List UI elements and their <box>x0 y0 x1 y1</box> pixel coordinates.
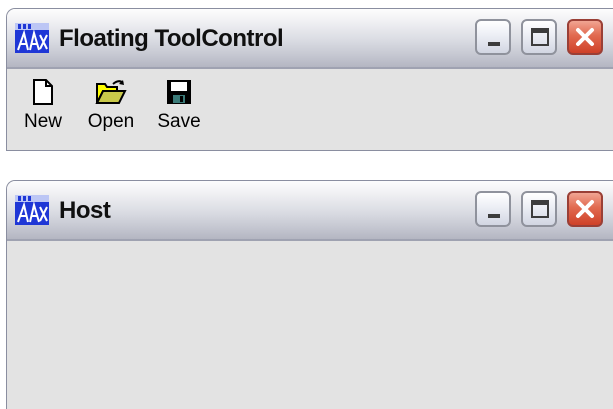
open-folder-icon <box>95 80 127 104</box>
close-icon <box>576 200 594 218</box>
close-button[interactable] <box>567 191 603 227</box>
open-label: Open <box>87 111 135 132</box>
toolbar: New Open Save <box>7 69 613 150</box>
minimize-icon <box>488 42 500 46</box>
host-window: Host <box>6 180 613 409</box>
minimize-button[interactable] <box>475 191 511 227</box>
minimize-button[interactable] <box>475 19 511 55</box>
host-titlebar[interactable]: Host <box>7 181 613 241</box>
app-icon <box>15 23 49 53</box>
open-button[interactable]: Open <box>83 79 139 141</box>
new-document-icon <box>33 79 53 105</box>
save-button[interactable]: Save <box>151 79 207 141</box>
window-title: Floating ToolControl <box>59 25 284 52</box>
app-icon <box>15 195 49 225</box>
close-button[interactable] <box>567 19 603 55</box>
new-button[interactable]: New <box>19 79 67 141</box>
maximize-button[interactable] <box>521 19 557 55</box>
floppy-disk-icon <box>167 80 191 104</box>
maximize-icon <box>531 28 549 46</box>
maximize-icon <box>531 200 549 218</box>
host-client-area[interactable] <box>7 241 613 409</box>
floating-toolcontrol-titlebar[interactable]: Floating ToolControl <box>7 9 613 69</box>
close-icon <box>576 28 594 46</box>
window-title: Host <box>59 197 111 224</box>
floating-toolcontrol-window: Floating ToolControl New Open Save <box>6 8 613 151</box>
new-label: New <box>23 111 62 132</box>
maximize-button[interactable] <box>521 191 557 227</box>
minimize-icon <box>488 214 500 218</box>
save-label: Save <box>157 111 201 132</box>
